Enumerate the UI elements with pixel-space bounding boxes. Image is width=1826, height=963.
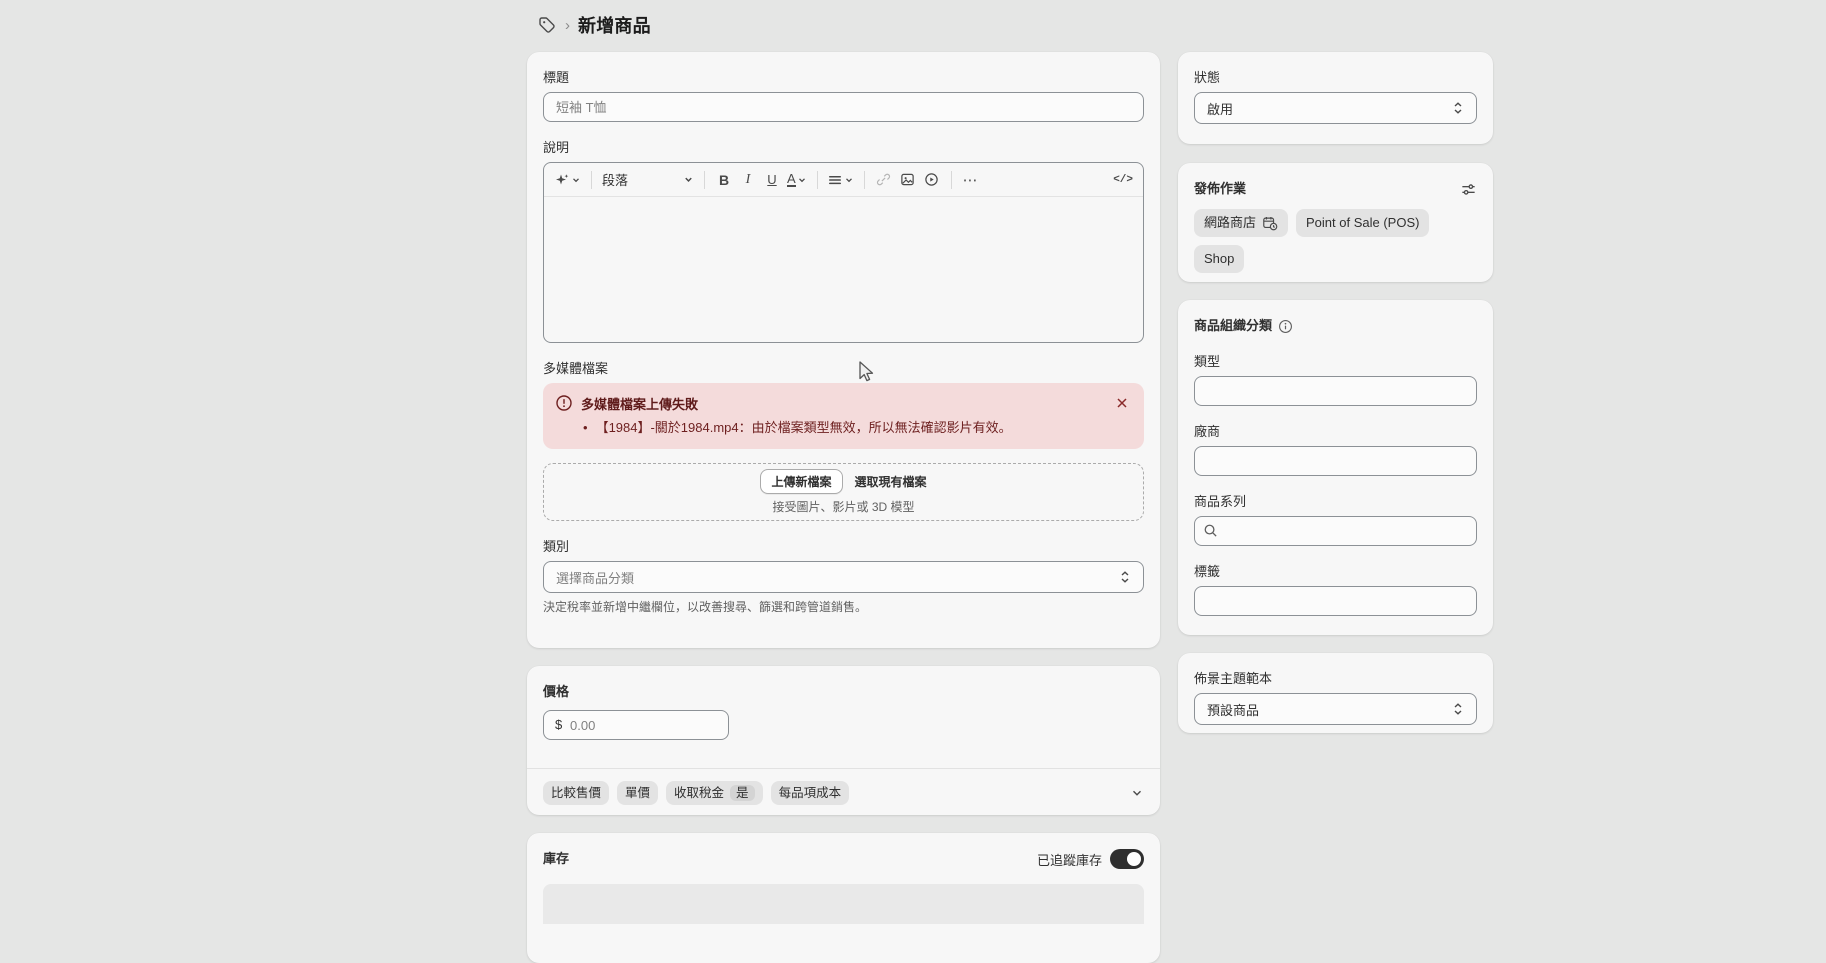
chevron-right-icon: › <box>565 18 570 33</box>
chevron-down-icon <box>571 175 581 185</box>
pricing-card: 價格 $ 比較售價 單價 收取稅金 是 每品項成本 <box>527 666 1160 815</box>
inventory-table-header <box>543 884 1144 924</box>
title-label: 標題 <box>543 68 1144 88</box>
inventory-tracked-toggle[interactable] <box>1110 849 1144 869</box>
product-organization-card: 商品組織分類 類型 廠商 商品系列 <box>1178 300 1493 635</box>
type-input[interactable] <box>1194 376 1477 406</box>
upload-new-file-button[interactable]: 上傳新檔案 <box>760 469 842 494</box>
search-icon <box>1203 523 1218 538</box>
charge-tax-value: 是 <box>730 785 755 801</box>
channel-badge-pos: Point of Sale (POS) <box>1296 209 1429 237</box>
add-product-page: › 新增商品 標題 說明 段落 <box>0 0 1826 890</box>
charge-tax-chip[interactable]: 收取稅金 是 <box>666 781 763 805</box>
category-select[interactable]: 選擇商品分類 <box>543 561 1144 593</box>
currency-prefix: $ <box>555 717 562 732</box>
paragraph-style-dropdown[interactable]: 段落 <box>600 170 696 189</box>
align-icon <box>828 173 843 187</box>
rich-text-editor: 段落 B I U A <box>543 162 1144 343</box>
updown-chevrons-icon <box>1452 101 1464 115</box>
publishing-card: 發佈作業 網路商店 Point <box>1178 163 1493 282</box>
chevron-down-icon <box>844 175 854 185</box>
text-color-button[interactable]: A <box>785 168 809 192</box>
theme-template-card: 佈景主題範本 預設商品 <box>1178 653 1493 733</box>
updown-chevrons-icon <box>1452 702 1464 716</box>
error-detail: • 【1984】-關於1984.mp4：由於檔案類型無效，所以無法確認影片有效。 <box>555 419 1132 437</box>
description-editor-body[interactable] <box>544 197 1143 342</box>
theme-template-label: 佈景主題範本 <box>1194 669 1477 689</box>
inventory-tracked-label: 已追蹤庫存 <box>1037 850 1102 869</box>
bold-button[interactable]: B <box>713 168 735 192</box>
category-label: 類別 <box>543 537 1144 557</box>
info-icon[interactable] <box>1278 319 1293 334</box>
media-upload-error-banner: 多媒體檔案上傳失敗 • 【1984】-關於1984.mp4：由於檔案類型無效，所… <box>543 383 1144 449</box>
pricing-title: 價格 <box>543 682 1144 702</box>
status-label: 狀態 <box>1194 68 1477 88</box>
underline-button[interactable]: U <box>761 168 783 192</box>
theme-template-select[interactable]: 預設商品 <box>1194 693 1477 725</box>
type-label: 類型 <box>1194 352 1477 372</box>
chevron-down-icon[interactable] <box>1130 786 1144 800</box>
image-icon[interactable] <box>897 168 919 192</box>
media-accept-hint: 接受圖片、影片或 3D 模型 <box>772 498 914 515</box>
vendor-label: 廠商 <box>1194 422 1477 442</box>
inventory-title: 庫存 <box>543 849 569 869</box>
select-existing-file-button[interactable]: 選取現有檔案 <box>855 473 927 490</box>
alignment-button[interactable] <box>826 168 856 192</box>
status-card: 狀態 啟用 <box>1178 52 1493 144</box>
link-icon <box>873 168 895 192</box>
price-input[interactable] <box>543 710 729 740</box>
media-dropzone[interactable]: 上傳新檔案 選取現有檔案 接受圖片、影片或 3D 模型 <box>543 463 1144 521</box>
alert-circle-icon <box>555 394 573 412</box>
sales-channel-badges: 網路商店 Point of Sale (POS) Shop <box>1194 209 1477 273</box>
organization-title: 商品組織分類 <box>1194 316 1272 336</box>
publishing-title: 發佈作業 <box>1194 179 1246 199</box>
title-input[interactable] <box>543 92 1144 122</box>
channel-badge-shop: Shop <box>1194 245 1244 273</box>
divider <box>527 768 1160 769</box>
video-icon[interactable] <box>921 168 943 192</box>
compare-at-price-chip[interactable]: 比較售價 <box>543 781 609 805</box>
error-title: 多媒體檔案上傳失敗 <box>581 394 1104 413</box>
pricing-collapsed-fields: 比較售價 單價 收取稅金 是 每品項成本 <box>543 781 1144 805</box>
more-icon[interactable]: ⋯ <box>960 168 982 192</box>
cost-per-item-chip[interactable]: 每品項成本 <box>771 781 850 805</box>
product-details-card: 標題 說明 段落 B I U <box>527 52 1160 648</box>
tags-input[interactable] <box>1194 586 1477 616</box>
italic-button[interactable]: I <box>737 168 759 192</box>
collections-label: 商品系列 <box>1194 492 1477 512</box>
tags-label: 標籤 <box>1194 562 1477 582</box>
media-label: 多媒體檔案 <box>543 359 1144 379</box>
calendar-clock-icon[interactable] <box>1262 215 1278 231</box>
page-title: 新增商品 <box>578 12 651 38</box>
updown-chevrons-icon <box>1119 570 1131 584</box>
status-select[interactable]: 啟用 <box>1194 92 1477 124</box>
vendor-input[interactable] <box>1194 446 1477 476</box>
code-icon[interactable]: </> <box>1111 168 1135 192</box>
chevron-down-icon <box>797 175 807 185</box>
sliders-icon[interactable] <box>1460 181 1477 198</box>
collections-input[interactable] <box>1194 516 1477 546</box>
chevron-down-icon <box>683 174 694 185</box>
ai-sparkle-icon[interactable] <box>552 168 583 192</box>
close-icon[interactable] <box>1112 393 1132 413</box>
breadcrumb: › 新增商品 <box>537 12 651 38</box>
inventory-card: 庫存 已追蹤庫存 <box>527 833 1160 963</box>
description-label: 說明 <box>543 138 1144 158</box>
category-helper-text: 決定稅率並新增中繼欄位，以改善搜尋、篩選和跨管道銷售。 <box>543 599 1144 615</box>
tag-icon[interactable] <box>537 15 557 35</box>
unit-price-chip[interactable]: 單價 <box>617 781 658 805</box>
editor-toolbar: 段落 B I U A <box>544 163 1143 197</box>
channel-badge-online-store: 網路商店 <box>1194 209 1288 237</box>
